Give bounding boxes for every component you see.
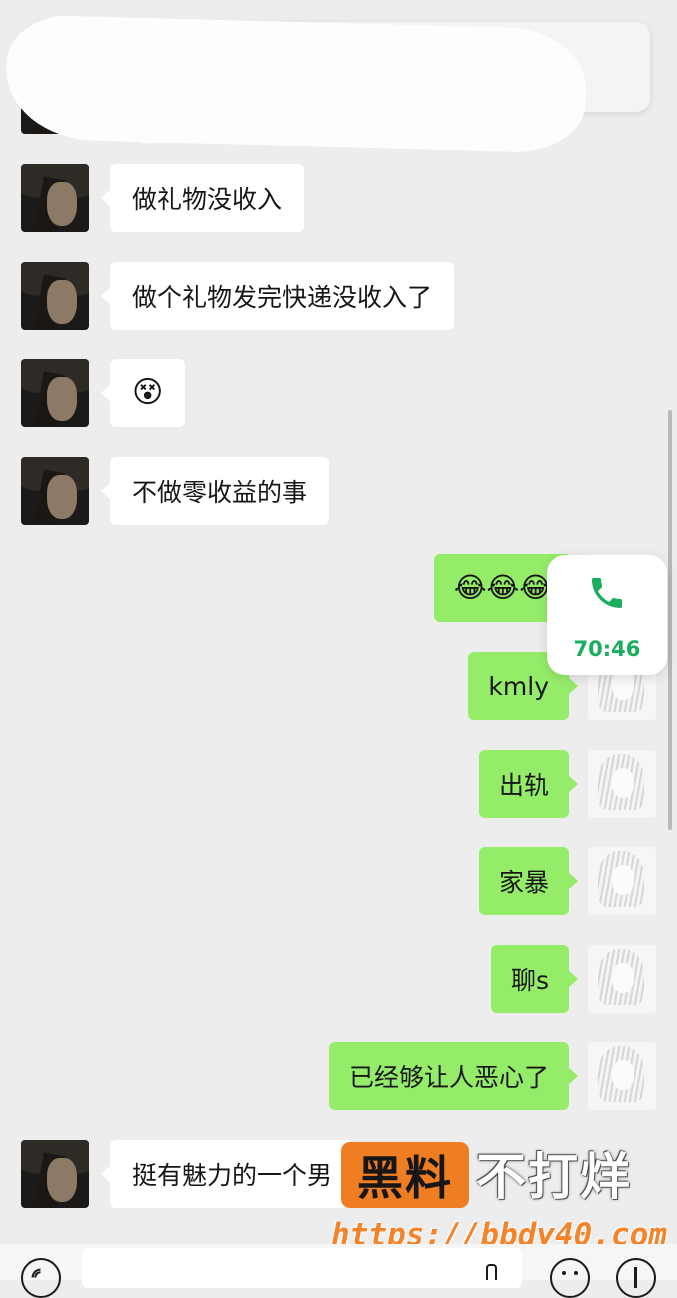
emoji-icon[interactable] [550, 1258, 590, 1298]
sent-message-bubble[interactable]: 聊s [490, 945, 579, 1013]
user-avatar[interactable] [588, 1042, 656, 1110]
sent-message-bubble[interactable]: 已经够让人恶心了 [328, 1042, 579, 1110]
message-row: 已经够让人恶心了 [0, 1042, 677, 1110]
sent-message-bubble[interactable]: 家暴 [478, 847, 579, 915]
plus-icon[interactable] [616, 1258, 656, 1298]
message-row: 家暴 [0, 847, 677, 915]
phone-icon [592, 578, 622, 608]
user-avatar[interactable] [588, 847, 656, 915]
chat-input-bar [0, 1244, 677, 1298]
message-row: 😵 [0, 359, 677, 427]
floating-call-window[interactable]: 70:46 [547, 555, 667, 675]
contact-avatar[interactable] [21, 1140, 89, 1208]
contact-avatar[interactable] [21, 457, 89, 525]
watermark-text: 不打烊 [476, 1148, 632, 1206]
scrollbar[interactable] [668, 410, 672, 830]
voice-icon[interactable] [21, 1258, 61, 1298]
message-input[interactable] [82, 1248, 522, 1288]
received-message-bubble[interactable]: 做礼物没收入 [100, 164, 305, 232]
user-avatar[interactable] [588, 945, 656, 1013]
user-avatar[interactable] [588, 750, 656, 818]
received-message-bubble[interactable]: 做个礼物发完快递没收入了 [100, 262, 455, 330]
message-row: 做礼物没收入 [0, 164, 677, 232]
message-row: 聊s [0, 945, 677, 1013]
contact-avatar[interactable] [21, 164, 89, 232]
call-duration: 70:46 [573, 637, 641, 661]
received-message-bubble[interactable]: 不做零收益的事 [100, 457, 330, 525]
contact-avatar[interactable] [21, 262, 89, 330]
message-row: 不做零收益的事 [0, 457, 677, 525]
watermark-logo-tag: 黑料 [341, 1142, 469, 1208]
contact-avatar[interactable] [21, 359, 89, 427]
message-row: 出轨 [0, 750, 677, 818]
sent-message-bubble[interactable]: 出轨 [478, 750, 579, 818]
received-message-bubble[interactable]: 挺有魅力的一个男 [100, 1140, 355, 1208]
received-emoji-bubble[interactable]: 😵 [100, 359, 186, 427]
message-row: 做个礼物发完快递没收入了 [0, 262, 677, 330]
cursor-icon [486, 1264, 497, 1280]
